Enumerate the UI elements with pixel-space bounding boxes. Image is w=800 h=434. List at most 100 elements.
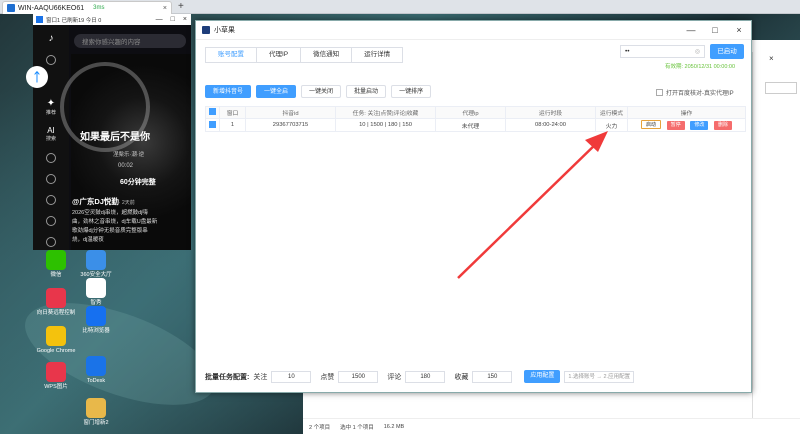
session-tab[interactable]: WIN-AAQU66KEO61 3ms × [2, 1, 172, 14]
tab-proxy-ip[interactable]: 代理IP [257, 48, 302, 62]
desktop-icon[interactable]: WPS图片 [36, 362, 76, 391]
row-checkbox[interactable] [209, 120, 216, 128]
author-date: · 2天前 [118, 200, 135, 206]
desktop-icon-label: 窗门增新2 [83, 420, 109, 426]
video-title: 如果最后不是你 [80, 132, 150, 143]
favorite-input[interactable]: 150 [472, 370, 513, 383]
help-icon[interactable] [46, 216, 56, 226]
minimize-icon[interactable]: — [156, 16, 163, 23]
maximize-icon[interactable]: □ [171, 16, 175, 23]
douyin-window-title: 窗口1 已刷新19 今日 0 [46, 17, 102, 24]
desktop-icon-label: 向日葵远程控制 [36, 310, 76, 316]
home-icon[interactable] [46, 55, 56, 65]
item-count: 2 个项目 [309, 424, 331, 431]
select-all-cell[interactable] [205, 106, 220, 119]
table-row[interactable]: 1 29367703715 10 | 1500 | 180 | 150 未代理 … [205, 118, 746, 132]
follow-label: 关注 [253, 373, 268, 381]
douyin-titlebar: 窗口1 已刷新19 今日 0 — □ × [33, 14, 191, 25]
row-pause-button[interactable]: 暂停 [666, 121, 685, 130]
sidebar-item-label: 搜索 [45, 136, 56, 142]
eye-icon[interactable]: ◎ [695, 46, 700, 58]
close-icon[interactable]: × [163, 5, 167, 12]
cell-proxy: 未代理 [435, 118, 506, 132]
close-icon[interactable]: × [769, 54, 774, 63]
row-select-cell[interactable] [205, 118, 220, 132]
desktop-icon[interactable]: Google Chrome [36, 326, 76, 355]
app-titlebar: 小草果 — □ × [196, 21, 751, 40]
desktop-icon[interactable]: 微信 [36, 250, 76, 279]
new-tab-button[interactable]: + [178, 1, 184, 12]
douyin-float-logo-icon[interactable]: ᛏ [26, 66, 48, 88]
table-header-row: 窗口 抖音id 任务: 关注|点赞|评论|收藏 代理ip 运行时段 运行模式 操… [205, 106, 746, 119]
close-icon[interactable]: × [727, 25, 751, 35]
friends-icon[interactable] [46, 195, 56, 205]
row-edit-button[interactable]: 修改 [690, 121, 709, 130]
col-window: 窗口 [219, 106, 246, 119]
explorer-side-panel: × [752, 52, 800, 418]
tab-run-details[interactable]: 运行详情 [352, 48, 402, 62]
close-all-button[interactable]: 一键关闭 [301, 85, 342, 98]
cell-window: 1 [219, 118, 246, 132]
explorer-status-bar: 2 个项目 选中 1 个项目 16.2 MB [303, 418, 800, 434]
cell-douyin-id: 29367703715 [245, 118, 336, 132]
tab-account-config[interactable]: 账号配置 [206, 48, 257, 62]
select-all-checkbox[interactable] [209, 108, 216, 115]
close-icon[interactable]: × [183, 16, 187, 23]
license-key-input[interactable]: •• ◎ [620, 45, 705, 58]
app-title: 小草果 [214, 27, 235, 34]
apply-config-button[interactable]: 应用配置 [524, 370, 561, 383]
batch-start-button[interactable]: 批量启动 [346, 85, 387, 98]
douyin-sidebar: ♪ ✦ 推荐 AI 搜索 [33, 25, 69, 250]
desktop-icon[interactable]: 360安全大厅 [76, 250, 116, 279]
app-shortcut-icon [86, 250, 106, 270]
window-controls: — □ × [156, 16, 187, 23]
douyin-search-input[interactable]: 搜索你感兴趣的内容 [74, 34, 186, 48]
like-input[interactable]: 1500 [338, 370, 379, 383]
tab-wechat-notify[interactable]: 微信通知 [301, 48, 353, 62]
desktop-icon[interactable]: ToDesk [76, 356, 116, 385]
account-table: 窗口 抖音id 任务: 关注|点赞|评论|收藏 代理ip 运行时段 运行模式 操… [205, 106, 746, 132]
add-account-button[interactable]: 新增抖音号 [205, 85, 252, 98]
follow-input[interactable]: 10 [271, 370, 312, 383]
desktop-icon[interactable]: 智秀 [76, 278, 116, 307]
live-icon[interactable] [46, 153, 56, 163]
sparkle-icon: ✦ [46, 98, 56, 109]
app-shortcut-icon [86, 356, 106, 376]
batch-config-label: 批量任务配置: [205, 373, 250, 381]
settings-icon[interactable] [46, 174, 56, 184]
proxy-check-checkbox[interactable] [656, 89, 663, 96]
comment-input[interactable]: 180 [405, 370, 446, 383]
sidebar-item-ai[interactable]: AI 搜索 [45, 127, 56, 143]
started-button[interactable]: 已启动 [710, 44, 744, 59]
sort-button[interactable]: 一键排序 [391, 85, 432, 98]
app-window: 小草果 — □ × 账号配置 代理IP 微信通知 运行详情 •• ◎ 已启动 有… [195, 20, 752, 393]
col-douyin-id: 抖音id [245, 106, 336, 119]
row-start-button[interactable]: 启动 [641, 120, 662, 129]
col-mode: 运行模式 [595, 106, 628, 119]
sidebar-item-recommend[interactable]: ✦ 推荐 [46, 98, 56, 116]
col-actions: 操作 [627, 106, 746, 119]
desktop-icon-label: WPS图片 [44, 384, 68, 390]
proxy-check-option[interactable]: 打开百度核对-真实代理IP [656, 88, 734, 97]
video-author[interactable]: @广东DJ悦勤· 2天前 [72, 196, 135, 207]
maximize-icon[interactable]: □ [703, 25, 727, 35]
explorer-search-input[interactable] [765, 82, 797, 94]
desktop-icon[interactable]: 向日葵远程控制 [36, 288, 76, 317]
sidebar-item-label: 推荐 [45, 110, 56, 116]
video-subtitle: 涅槃乐·潮·逆 [113, 152, 145, 158]
app-shortcut-icon [46, 326, 66, 346]
video-time: 00:02 [118, 163, 134, 169]
minimize-icon[interactable]: — [679, 25, 703, 35]
desktop-icon[interactable]: 窗门增新2 [76, 398, 116, 427]
video-description: 2026空灵鼓dj串烧，超燃鼓dj嗨曲，劲林之音串烧，dj车载U盘最新歌劲爆dj… [72, 210, 158, 243]
douyin-logo-icon: ♪ [48, 33, 54, 44]
desktop-icon-label: 微信 [50, 272, 62, 278]
start-all-button[interactable]: 一键全启 [256, 85, 297, 98]
row-delete-button[interactable]: 删除 [713, 121, 732, 130]
desktop-icon[interactable]: 比特浏览器 [76, 306, 116, 335]
signal-latency: 3ms [93, 5, 105, 11]
edit-icon[interactable] [46, 237, 56, 247]
app-shortcut-icon [86, 398, 106, 418]
expire-date: 有效期: 2050/12/31 00:00:00 [665, 64, 736, 70]
main-tabs: 账号配置 代理IP 微信通知 运行详情 [205, 47, 404, 63]
